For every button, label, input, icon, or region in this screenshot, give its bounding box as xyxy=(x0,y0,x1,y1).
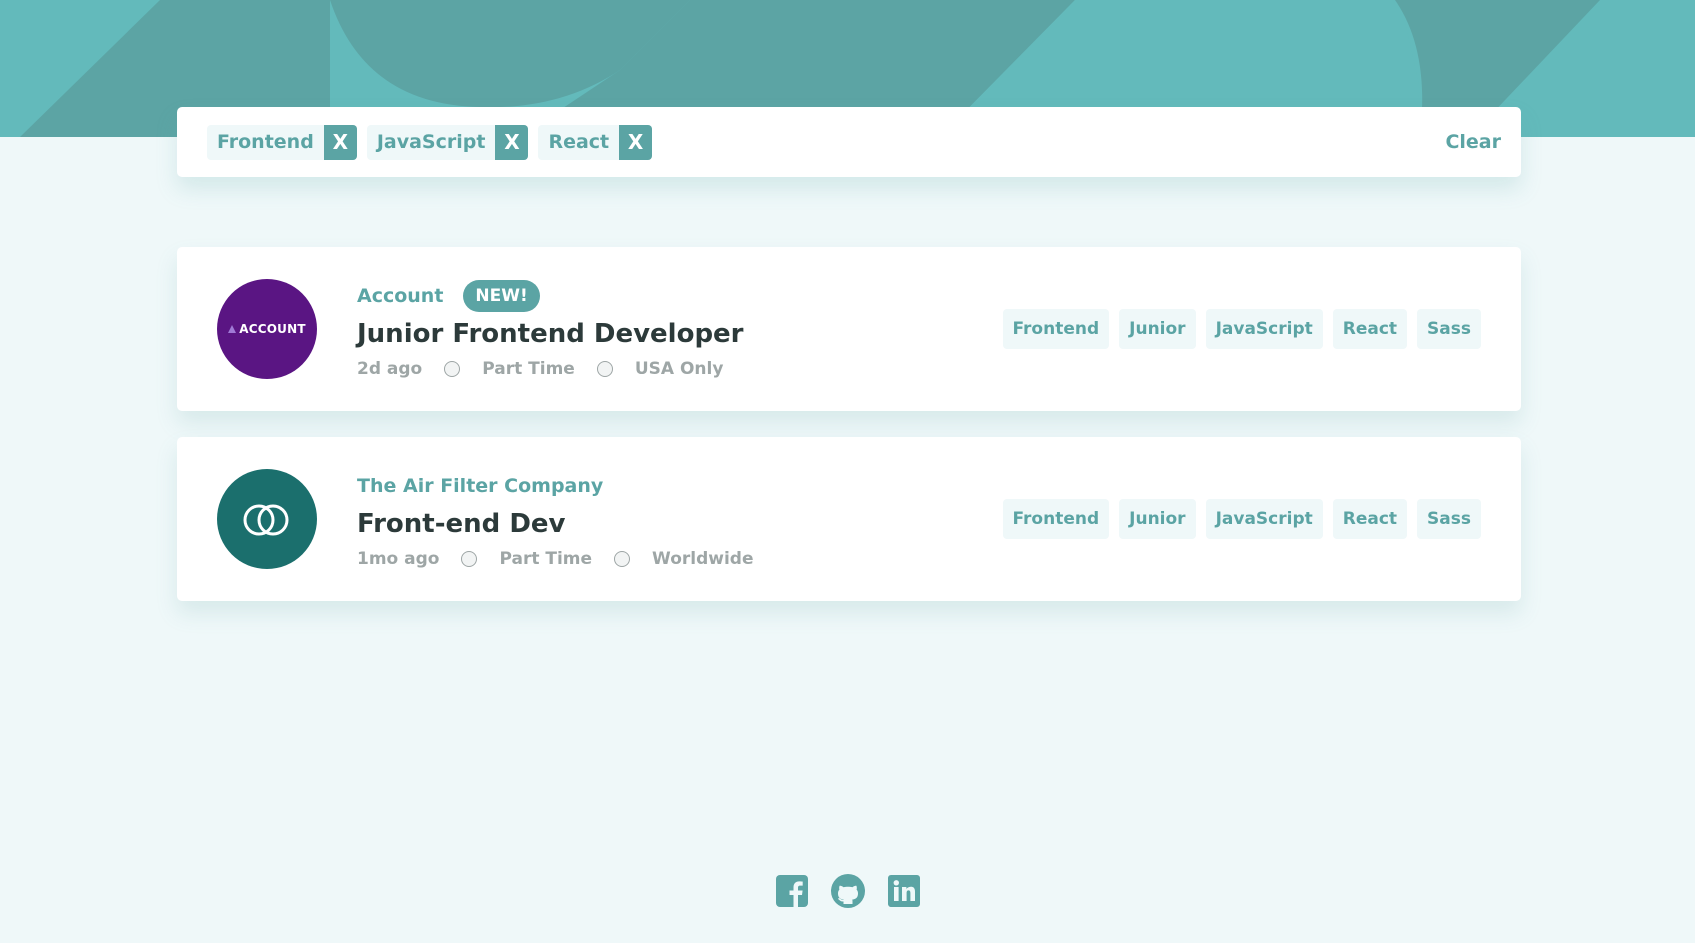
tag-react[interactable]: React xyxy=(1332,309,1408,349)
filter-chip-javascript: JavaScript X xyxy=(366,124,529,160)
tag-frontend[interactable]: Frontend xyxy=(1002,309,1110,349)
job-list: ACCOUNT Account NEW! Junior Frontend Dev… xyxy=(177,247,1521,627)
job-info: The Air Filter Company Front-end Dev 1mo… xyxy=(357,469,1003,569)
tag-sass[interactable]: Sass xyxy=(1417,309,1481,349)
job-meta: 2d ago Part Time USA Only xyxy=(357,359,1003,379)
triangle-icon xyxy=(228,325,237,333)
job-card: The Air Filter Company Front-end Dev 1mo… xyxy=(177,437,1521,601)
linkedin-icon[interactable] xyxy=(886,873,922,909)
dot-separator-icon xyxy=(596,361,613,377)
remove-filter-frontend-button[interactable]: X xyxy=(323,124,357,160)
filter-chip-label: JavaScript xyxy=(376,131,486,153)
job-location: Worldwide xyxy=(652,549,754,569)
tag-react[interactable]: React xyxy=(1332,499,1408,539)
dot-separator-icon xyxy=(461,551,478,567)
company-name: The Air Filter Company xyxy=(357,475,604,497)
company-logo-air-filter xyxy=(217,469,317,569)
tag-frontend[interactable]: Frontend xyxy=(1002,499,1110,539)
filter-chip-react: React X xyxy=(538,124,653,160)
dot-separator-icon xyxy=(444,361,461,377)
tag-junior[interactable]: Junior xyxy=(1119,309,1196,349)
facebook-icon[interactable] xyxy=(774,873,810,909)
company-logo-account: ACCOUNT xyxy=(217,279,317,379)
filter-chip-frontend: Frontend X xyxy=(207,124,357,160)
job-info: Account NEW! Junior Frontend Developer 2… xyxy=(357,279,1003,379)
job-title[interactable]: Junior Frontend Developer xyxy=(357,319,1003,349)
github-icon[interactable] xyxy=(830,873,866,909)
new-badge: NEW! xyxy=(463,280,540,312)
tag-junior[interactable]: Junior xyxy=(1119,499,1196,539)
remove-filter-javascript-button[interactable]: X xyxy=(495,124,529,160)
posted-at: 1mo ago xyxy=(357,549,440,569)
page: Frontend X JavaScript X React X Clear AC… xyxy=(0,0,1695,943)
logo-text: ACCOUNT xyxy=(228,322,306,336)
footer xyxy=(0,873,1695,913)
contract-type: Part Time xyxy=(482,359,575,379)
filter-chips: Frontend X JavaScript X React X xyxy=(207,124,1445,160)
tag-javascript[interactable]: JavaScript xyxy=(1205,309,1323,349)
clear-filters-button[interactable]: Clear xyxy=(1445,131,1501,153)
remove-filter-react-button[interactable]: X xyxy=(619,124,653,160)
contract-type: Part Time xyxy=(499,549,593,569)
company-name: Account xyxy=(357,285,444,307)
filter-chip-label: React xyxy=(548,131,610,153)
tag-sass[interactable]: Sass xyxy=(1417,499,1481,539)
filter-bar: Frontend X JavaScript X React X Clear xyxy=(177,107,1521,177)
filter-chip-label: Frontend xyxy=(217,131,314,153)
job-card: ACCOUNT Account NEW! Junior Frontend Dev… xyxy=(177,247,1521,411)
job-meta: 1mo ago Part Time Worldwide xyxy=(357,549,1003,569)
dot-separator-icon xyxy=(614,551,631,567)
tag-javascript[interactable]: JavaScript xyxy=(1205,499,1323,539)
job-location: USA Only xyxy=(634,359,724,379)
job-title[interactable]: Front-end Dev xyxy=(357,509,1003,539)
job-company-row: The Air Filter Company xyxy=(357,469,1003,503)
job-tags: Frontend Junior JavaScript React Sass xyxy=(1002,309,1481,349)
logo-wordmark: ACCOUNT xyxy=(239,322,306,336)
rings-icon xyxy=(243,504,289,536)
posted-at: 2d ago xyxy=(357,359,423,379)
job-company-row: Account NEW! xyxy=(357,279,1003,313)
job-tags: Frontend Junior JavaScript React Sass xyxy=(1002,499,1481,539)
